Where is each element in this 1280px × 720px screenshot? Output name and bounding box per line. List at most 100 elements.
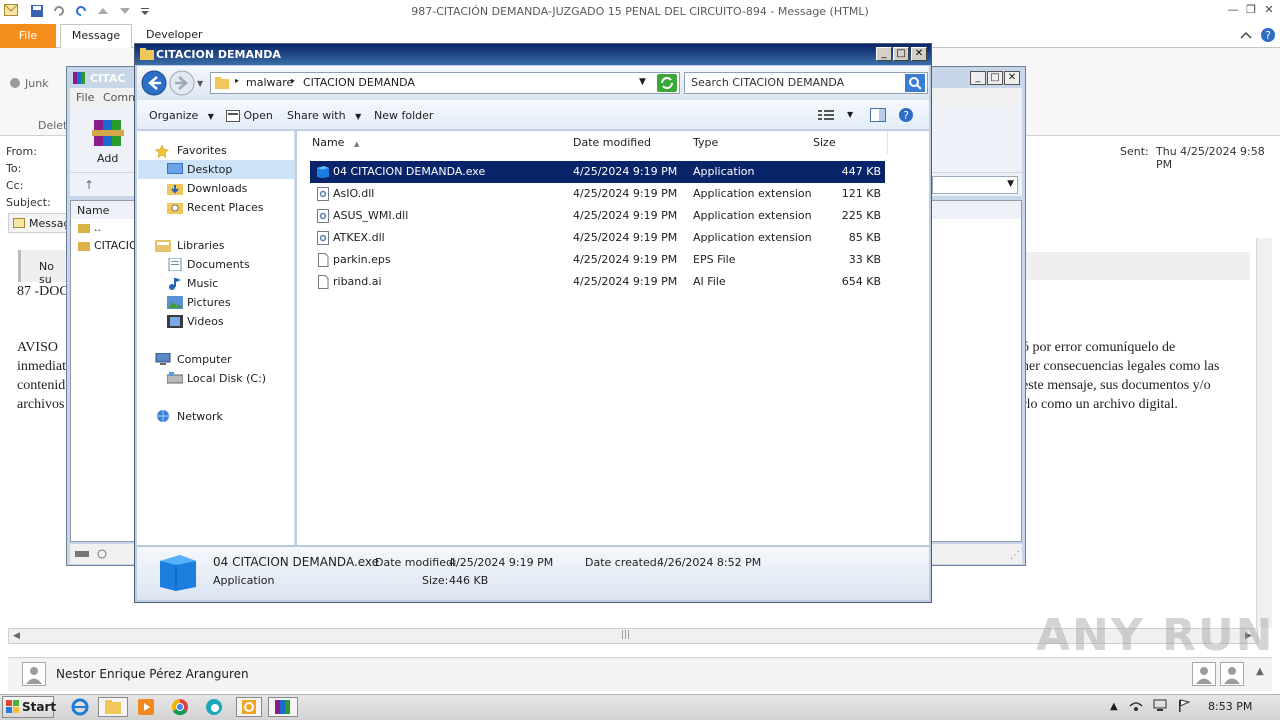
file-row[interactable]: ATKEX.dll 4/25/2024 9:19 PM Application ex… — [310, 227, 885, 249]
winrar-drive-icon — [74, 548, 110, 560]
details-size: 446 KB — [449, 574, 489, 587]
tray-computer-icon[interactable] — [1152, 699, 1168, 713]
column-header-type[interactable]: Type — [687, 132, 808, 154]
outlook-maximize-button[interactable]: ❐ — [1244, 4, 1258, 16]
view-options-icon[interactable] — [818, 109, 834, 121]
ie-taskbar-icon[interactable] — [70, 698, 90, 716]
file-row[interactable]: 04 CITACION DEMANDA.exe 4/25/2024 9:19 PM… — [310, 161, 885, 183]
winrar-minimize-button[interactable]: _ — [970, 71, 986, 85]
scroll-grip-icon[interactable]: ||| — [621, 630, 630, 640]
winrar-menu-file[interactable]: File — [76, 91, 94, 104]
breadcrumb-separator-icon[interactable]: ▸ — [291, 76, 295, 85]
outlook-window-title: 987-CITACIÓN DEMANDA-JUZGADO 15 PENAL DE… — [411, 5, 869, 18]
explorer-close-button[interactable]: ✕ — [911, 47, 927, 61]
preview-pane-icon[interactable] — [870, 108, 886, 122]
ribbon-collapse-icon[interactable] — [1240, 30, 1252, 40]
tab-developer[interactable]: Developer — [146, 28, 203, 41]
details-date-created-label: Date created: — [585, 556, 661, 569]
address-bar[interactable]: ▸ malware ▸ CITACION DEMANDA ▼ — [210, 72, 680, 94]
tray-expand-icon[interactable]: ▲ — [1110, 701, 1118, 712]
message-tab-header[interactable]: Messag — [8, 213, 70, 233]
forward-button-icon[interactable] — [169, 70, 195, 96]
external-notice-box: No su — [18, 250, 68, 286]
winrar-add-label[interactable]: Add — [97, 152, 118, 165]
file-row[interactable]: parkin.eps 4/25/2024 9:19 PM EPS File 33 KB — [310, 249, 885, 271]
tray-flag-icon[interactable] — [1176, 699, 1192, 713]
winrar-col-name[interactable]: Name — [71, 201, 135, 219]
winrar-close-button[interactable]: ✕ — [1004, 71, 1020, 85]
search-icon[interactable] — [905, 74, 925, 92]
tab-message[interactable]: Message — [60, 24, 132, 49]
file-type: Application — [693, 165, 755, 178]
body-right-line-2: ner consecuencias legales como las — [1022, 359, 1220, 374]
share-with-button[interactable]: Share with ▼ — [287, 109, 361, 122]
body-vertical-scrollbar[interactable] — [1256, 238, 1272, 628]
column-header-name[interactable]: Name ▲ — [306, 132, 568, 154]
dll-icon — [316, 209, 330, 223]
new-folder-button[interactable]: New folder — [374, 109, 433, 122]
winrar-path-dropdown[interactable]: ▼ — [932, 176, 1018, 194]
people-pane-name[interactable]: Nestor Enrique Pérez Aranguren — [56, 667, 249, 681]
back-button-icon[interactable] — [141, 70, 167, 96]
outlook-close-button[interactable]: ✕ — [1262, 4, 1276, 16]
star-icon — [155, 144, 169, 158]
winrar-maximize-button[interactable]: □ — [987, 71, 1003, 85]
tab-file[interactable]: File — [0, 24, 56, 48]
junk-button[interactable]: Junk — [25, 77, 49, 90]
column-header-date[interactable]: Date modified — [567, 132, 688, 154]
file-type: Application extension — [693, 187, 812, 200]
file-type: Application extension — [693, 209, 812, 222]
details-date-modified: 4/25/2024 9:19 PM — [449, 556, 554, 569]
junk-icon[interactable] — [8, 76, 22, 90]
edge-taskbar-icon[interactable] — [204, 698, 224, 716]
people-pane-toggle-icon[interactable]: ▲ — [1256, 666, 1264, 677]
videos-icon — [167, 315, 183, 328]
chrome-taskbar-icon[interactable] — [170, 698, 190, 716]
refresh-icon[interactable] — [657, 74, 677, 92]
open-button[interactable]: Open — [226, 109, 273, 122]
contact-avatar-1[interactable] — [1192, 662, 1216, 686]
column-header-size[interactable]: Size — [807, 132, 888, 154]
winrar-add-icon[interactable] — [92, 116, 124, 150]
explorer-maximize-button[interactable]: □ — [893, 47, 909, 61]
outlook-minimize-button[interactable]: — — [1226, 4, 1240, 16]
start-button[interactable]: Start — [2, 696, 57, 718]
sent-value: Thu 4/25/2024 9:58 PM — [1156, 145, 1265, 171]
file-date-modified: 4/25/2024 9:19 PM — [573, 253, 678, 266]
breadcrumb-current-folder[interactable]: CITACION DEMANDA — [303, 76, 415, 89]
mail-icon — [13, 218, 25, 228]
nav-pictures-label: Pictures — [187, 296, 231, 309]
from-label: From: — [6, 145, 37, 158]
file-name: 04 CITACION DEMANDA.exe — [333, 165, 486, 178]
tray-clock[interactable]: 8:53 PM — [1208, 700, 1252, 713]
breadcrumb-malware[interactable]: malware — [246, 76, 293, 89]
recent-pages-chevron-icon[interactable]: ▼ — [197, 79, 203, 88]
contact-avatar-2[interactable] — [1220, 662, 1244, 686]
winrar-up-icon[interactable]: ↑ — [84, 178, 94, 192]
media-player-taskbar-icon[interactable] — [136, 698, 156, 716]
file-row[interactable]: riband.ai 4/25/2024 9:19 PM AI File 654 KB — [310, 271, 885, 293]
resize-grip-icon[interactable]: ⋰ — [1010, 550, 1020, 561]
explorer-taskbar-icon[interactable] — [98, 697, 128, 717]
start-label: Start — [22, 700, 57, 714]
explorer-minimize-button[interactable]: _ — [876, 47, 892, 61]
music-icon — [167, 277, 183, 290]
file-name: riband.ai — [333, 275, 382, 288]
file-row[interactable]: AsIO.dll 4/25/2024 9:19 PM Application ext… — [310, 183, 885, 205]
file-name: AsIO.dll — [333, 187, 375, 200]
organize-button[interactable]: Organize ▼ — [149, 109, 214, 122]
help-icon[interactable]: ? — [898, 107, 914, 123]
view-chevron-icon[interactable]: ▼ — [847, 110, 853, 119]
search-input[interactable]: Search CITACION DEMANDA — [684, 72, 928, 94]
delete-group-label: Delet — [38, 119, 68, 132]
sender-avatar[interactable] — [22, 662, 46, 686]
outlook-taskbar-icon[interactable] — [236, 697, 262, 717]
address-dropdown-icon[interactable]: ▼ — [639, 77, 646, 87]
help-icon[interactable]: ? — [1260, 27, 1276, 43]
file-row[interactable]: ASUS_WMI.dll 4/25/2024 9:19 PM Application… — [310, 205, 885, 227]
winrar-taskbar-icon[interactable] — [268, 697, 298, 717]
tray-network-icon[interactable] — [1128, 699, 1144, 713]
scroll-left-icon[interactable]: ◀ — [13, 631, 20, 641]
breadcrumb-chevron-icon[interactable]: ▸ — [235, 76, 239, 85]
nav-network-label: Network — [177, 410, 223, 423]
